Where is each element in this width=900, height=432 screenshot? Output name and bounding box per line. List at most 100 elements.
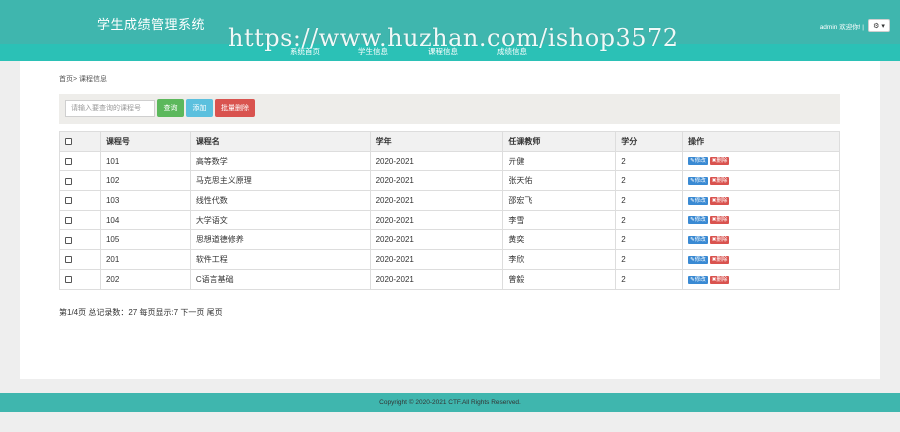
nav-item-courses[interactable]: 课程信息 bbox=[428, 46, 458, 57]
row-checkbox[interactable] bbox=[65, 236, 72, 244]
cell-course-id: 102 bbox=[99, 170, 191, 192]
table-row: 202 C语言基础 2020-2021 曾毅 2 ✎修改 ✖删除 bbox=[59, 268, 840, 290]
cell-actions: ✎修改 ✖删除 bbox=[682, 268, 840, 290]
footer: Copyright © 2020-2021 CTF.All Rights Res… bbox=[0, 393, 900, 412]
row-checkbox[interactable] bbox=[65, 256, 72, 264]
delete-button[interactable]: ✖删除 bbox=[709, 255, 730, 264]
row-checkbox[interactable] bbox=[65, 216, 72, 224]
cell-course-name: 高等数学 bbox=[189, 150, 371, 172]
delete-label: 删除 bbox=[716, 217, 728, 224]
edit-label: 修改 bbox=[694, 256, 706, 263]
edit-label: 修改 bbox=[694, 237, 706, 244]
cell-teacher: 黄奕 bbox=[502, 229, 617, 251]
copyright-text: Copyright © 2020-2021 CTF.All Rights Res… bbox=[379, 399, 521, 406]
search-toolbar: 查询 添加 批量删除 bbox=[59, 94, 840, 124]
cell-course-id: 201 bbox=[99, 249, 191, 270]
edit-button[interactable]: ✎修改 bbox=[688, 216, 708, 225]
table-row: 201 软件工程 2020-2021 李欣 2 ✎修改 ✖删除 bbox=[59, 249, 840, 270]
column-header-course-id: 课程号 bbox=[99, 131, 191, 152]
table-row: 104 大学语文 2020-2021 李雪 2 ✎修改 ✖删除 bbox=[59, 209, 840, 231]
cell-course-name: C语言基础 bbox=[189, 268, 371, 290]
nav-item-home[interactable]: 系统首页 bbox=[290, 46, 320, 57]
content-panel: 首页> 课程信息 查询 添加 批量删除 课程号 课程名 学年 任课教师 学分 操… bbox=[20, 61, 880, 379]
cell-year: 2020-2021 bbox=[369, 229, 504, 251]
column-header-year: 学年 bbox=[369, 131, 504, 152]
cell-teacher: 邵宏飞 bbox=[502, 190, 617, 211]
row-checkbox[interactable] bbox=[65, 157, 72, 165]
edit-button[interactable]: ✎修改 bbox=[688, 157, 708, 166]
edit-button[interactable]: ✎修改 bbox=[688, 177, 708, 186]
table-row: 101 高等数学 2020-2021 亓健 2 ✎修改 ✖删除 bbox=[59, 150, 840, 172]
cell-actions: ✎修改 ✖删除 bbox=[682, 229, 840, 251]
edit-label: 修改 bbox=[694, 276, 706, 283]
cell-course-name: 马克思主义原理 bbox=[189, 170, 371, 192]
column-header-actions: 操作 bbox=[682, 131, 840, 152]
delete-label: 删除 bbox=[716, 256, 728, 263]
breadcrumb: 首页> 课程信息 bbox=[59, 76, 108, 83]
welcome-text: admin 欢迎你! | bbox=[819, 23, 864, 31]
cell-teacher: 曾毅 bbox=[502, 268, 617, 290]
edit-label: 修改 bbox=[694, 197, 706, 204]
edit-button[interactable]: ✎修改 bbox=[688, 236, 708, 245]
cell-actions: ✎修改 ✖删除 bbox=[682, 190, 840, 211]
delete-label: 删除 bbox=[716, 197, 728, 204]
cell-teacher: 李雪 bbox=[502, 209, 617, 231]
column-header-credit: 学分 bbox=[615, 131, 684, 152]
pagination[interactable]: 第1/4页 总记录数：27 每页显示:7 下一页 尾页 bbox=[59, 307, 223, 318]
batch-delete-button[interactable]: 批量删除 bbox=[215, 99, 255, 117]
cell-year: 2020-2021 bbox=[369, 268, 504, 290]
app-title: 学生成绩管理系统 bbox=[97, 17, 206, 32]
column-header-course-name: 课程名 bbox=[189, 131, 371, 152]
edit-label: 修改 bbox=[694, 158, 706, 165]
edit-button[interactable]: ✎修改 bbox=[688, 275, 708, 284]
nav-item-students[interactable]: 学生信息 bbox=[358, 46, 388, 57]
cell-year: 2020-2021 bbox=[369, 170, 504, 192]
cell-course-name: 大学语文 bbox=[189, 209, 371, 231]
delete-button[interactable]: ✖删除 bbox=[709, 236, 730, 245]
row-checkbox[interactable] bbox=[65, 276, 72, 284]
cell-course-name: 线性代数 bbox=[189, 190, 371, 211]
delete-button[interactable]: ✖删除 bbox=[709, 177, 730, 186]
select-all-cell bbox=[59, 131, 101, 152]
edit-label: 修改 bbox=[694, 178, 706, 185]
cell-course-id: 101 bbox=[99, 150, 191, 172]
cell-teacher: 亓健 bbox=[502, 150, 617, 172]
delete-button[interactable]: ✖删除 bbox=[709, 275, 730, 284]
delete-button[interactable]: ✖删除 bbox=[709, 196, 730, 205]
cell-year: 2020-2021 bbox=[369, 190, 504, 211]
edit-button[interactable]: ✎修改 bbox=[688, 196, 708, 205]
cell-actions: ✎修改 ✖删除 bbox=[682, 150, 840, 172]
main-nav: 系统首页 学生信息 课程信息 成绩信息 bbox=[0, 46, 900, 59]
edit-button[interactable]: ✎修改 bbox=[688, 255, 708, 264]
cell-year: 2020-2021 bbox=[369, 150, 504, 172]
nav-item-scores[interactable]: 成绩信息 bbox=[497, 46, 527, 57]
course-table: 课程号 课程名 学年 任课教师 学分 操作 101 高等数学 2020-2021… bbox=[59, 131, 840, 290]
caret-down-icon: ▾ bbox=[881, 22, 885, 30]
select-all-checkbox[interactable] bbox=[65, 138, 72, 146]
cell-year: 2020-2021 bbox=[369, 209, 504, 231]
cell-actions: ✎修改 ✖删除 bbox=[682, 209, 840, 231]
cell-credit: 2 bbox=[615, 229, 684, 251]
cell-course-id: 104 bbox=[99, 209, 191, 231]
row-checkbox[interactable] bbox=[65, 177, 72, 185]
cell-teacher: 李欣 bbox=[502, 249, 617, 270]
user-area: admin 欢迎你! | ⚙ ▾ bbox=[820, 19, 890, 32]
delete-label: 删除 bbox=[716, 158, 728, 165]
course-id-search-input[interactable] bbox=[65, 100, 155, 117]
top-header: 学生成绩管理系统 admin 欢迎你! | ⚙ ▾ bbox=[0, 0, 900, 44]
add-button[interactable]: 添加 bbox=[186, 99, 213, 117]
query-button[interactable]: 查询 bbox=[157, 99, 184, 117]
table-row: 105 思想道德修养 2020-2021 黄奕 2 ✎修改 ✖删除 bbox=[59, 229, 840, 251]
row-checkbox[interactable] bbox=[65, 197, 72, 205]
delete-button[interactable]: ✖删除 bbox=[709, 157, 730, 166]
delete-button[interactable]: ✖删除 bbox=[709, 216, 730, 225]
cell-course-id: 105 bbox=[99, 229, 191, 251]
table-row: 102 马克思主义原理 2020-2021 张天佑 2 ✎修改 ✖删除 bbox=[59, 170, 840, 192]
edit-label: 修改 bbox=[694, 217, 706, 224]
delete-label: 删除 bbox=[716, 178, 728, 185]
cell-credit: 2 bbox=[615, 150, 684, 172]
cell-teacher: 张天佑 bbox=[502, 170, 617, 192]
cell-course-name: 软件工程 bbox=[189, 249, 371, 270]
settings-dropdown-button[interactable]: ⚙ ▾ bbox=[868, 19, 890, 32]
column-header-teacher: 任课教师 bbox=[502, 131, 617, 152]
